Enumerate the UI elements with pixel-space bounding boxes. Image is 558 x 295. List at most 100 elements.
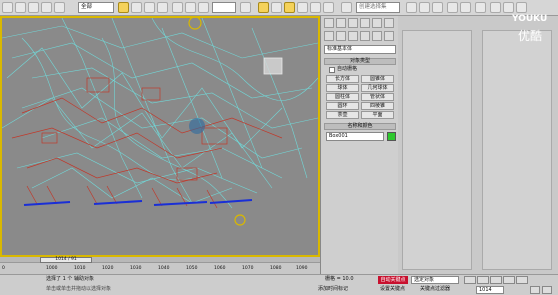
tick-label: 0 bbox=[2, 266, 5, 271]
key-filter-select[interactable]: 选定对象 bbox=[411, 276, 459, 284]
tick-label: 1070 bbox=[242, 266, 254, 271]
autogrid-checkbox[interactable] bbox=[329, 67, 335, 73]
render-production-icon[interactable] bbox=[516, 2, 527, 13]
key-filters-button[interactable]: 关键点过滤器 bbox=[420, 286, 450, 293]
go-to-start-icon[interactable] bbox=[464, 276, 476, 284]
torus-button[interactable]: 圆环 bbox=[326, 102, 359, 110]
selection-status: 选择了 1 个 辅助对象 bbox=[46, 276, 94, 282]
pyramid-button[interactable]: 四棱锥 bbox=[361, 102, 394, 110]
tick-label: 1010 bbox=[74, 266, 86, 271]
cone-button[interactable]: 圆锥体 bbox=[361, 75, 394, 83]
tick-label: 1050 bbox=[186, 266, 198, 271]
tick-label: 1060 bbox=[214, 266, 226, 271]
perspective-viewport[interactable] bbox=[0, 16, 320, 257]
rendered-frame-window-icon[interactable] bbox=[503, 2, 514, 13]
bind-space-warp-icon[interactable] bbox=[54, 2, 65, 13]
next-frame-icon[interactable] bbox=[503, 276, 515, 284]
main-toolbar: 全部 创建选择集 bbox=[0, 0, 558, 16]
selection-gizmo bbox=[189, 118, 205, 134]
select-object-icon[interactable] bbox=[118, 2, 129, 13]
tick-label: 1030 bbox=[130, 266, 142, 271]
rollout-object-type[interactable]: 对象类型 bbox=[324, 58, 396, 65]
zoom-icon[interactable] bbox=[530, 286, 540, 294]
setkey-button[interactable]: 设置关键点 bbox=[380, 286, 405, 293]
plane-button[interactable]: 平面 bbox=[361, 111, 394, 119]
prev-frame-icon[interactable] bbox=[477, 276, 489, 284]
pan-icon[interactable] bbox=[542, 286, 552, 294]
rectangle-selection-icon[interactable] bbox=[144, 2, 155, 13]
utilities-tab-icon[interactable] bbox=[384, 18, 394, 28]
systems-icon[interactable] bbox=[384, 31, 394, 41]
window-crossing-icon[interactable] bbox=[157, 2, 168, 13]
object-category-select[interactable]: 标准基本体 bbox=[324, 45, 396, 54]
rollout-name-color[interactable]: 名称和颜色 bbox=[324, 123, 396, 130]
box-object bbox=[263, 57, 283, 75]
mirror-icon[interactable] bbox=[406, 2, 417, 13]
panel-area bbox=[482, 30, 552, 270]
select-by-name-icon[interactable] bbox=[131, 2, 142, 13]
named-selection-set-input[interactable]: 创建选择集 bbox=[356, 2, 400, 13]
box-button[interactable]: 长方体 bbox=[326, 75, 359, 83]
shapes-icon[interactable] bbox=[336, 31, 346, 41]
geosphere-button[interactable]: 几何球体 bbox=[361, 84, 394, 92]
undo-icon[interactable] bbox=[2, 2, 13, 13]
link-icon[interactable] bbox=[28, 2, 39, 13]
watermark-sub: 优酷 bbox=[518, 29, 543, 43]
material-editor-icon[interactable] bbox=[475, 2, 486, 13]
lights-icon[interactable] bbox=[348, 31, 358, 41]
display-tab-icon[interactable] bbox=[372, 18, 382, 28]
tick-label: 1020 bbox=[102, 266, 114, 271]
motion-tab-icon[interactable] bbox=[360, 18, 370, 28]
snaps-toggle-icon[interactable] bbox=[284, 2, 295, 13]
modify-tab-icon[interactable] bbox=[336, 18, 346, 28]
spinner-snap-icon[interactable] bbox=[323, 2, 334, 13]
selection-filter-select[interactable]: 全部 bbox=[78, 2, 114, 13]
angle-snap-icon[interactable] bbox=[297, 2, 308, 13]
right-panel-area bbox=[398, 16, 558, 274]
go-to-end-icon[interactable] bbox=[516, 276, 528, 284]
rotate-icon[interactable] bbox=[185, 2, 196, 13]
hierarchy-tab-icon[interactable] bbox=[348, 18, 358, 28]
move-icon[interactable] bbox=[172, 2, 183, 13]
percent-snap-icon[interactable] bbox=[310, 2, 321, 13]
play-icon[interactable] bbox=[490, 276, 502, 284]
layer-manager-icon[interactable] bbox=[432, 2, 443, 13]
scale-icon[interactable] bbox=[198, 2, 209, 13]
reference-coordinate-select[interactable] bbox=[212, 2, 236, 13]
command-panel: 标准基本体 对象类型 自动栅格 长方体 圆锥体 球体 几何球体 圆柱体 管状体 … bbox=[320, 16, 398, 274]
unlink-icon[interactable] bbox=[41, 2, 52, 13]
curve-editor-icon[interactable] bbox=[447, 2, 458, 13]
status-bar: 选择了 1 个 辅助对象 单击或单击并拖动以选择对象 栅格 = 10.0 添加时… bbox=[0, 274, 558, 295]
align-icon[interactable] bbox=[419, 2, 430, 13]
track-bar[interactable]: 0 1000 1010 1020 1030 1040 1050 1060 107… bbox=[0, 263, 320, 274]
add-time-tag[interactable]: 添加时间标记 bbox=[318, 286, 348, 293]
watermark-logo: YOUKU bbox=[512, 14, 548, 24]
edit-named-selection-icon[interactable] bbox=[341, 2, 352, 13]
keyboard-shortcut-icon[interactable] bbox=[271, 2, 282, 13]
timeline: 1014 / 91 0 1000 1010 1020 1030 1040 105… bbox=[0, 257, 320, 274]
wireframe-scene bbox=[2, 18, 318, 255]
render-setup-icon[interactable] bbox=[490, 2, 501, 13]
redo-icon[interactable] bbox=[15, 2, 26, 13]
panel-area bbox=[402, 30, 472, 270]
autogrid-label: 自动栅格 bbox=[337, 66, 358, 72]
teapot-button[interactable]: 茶壶 bbox=[326, 111, 359, 119]
select-manipulate-icon[interactable] bbox=[258, 2, 269, 13]
cameras-icon[interactable] bbox=[360, 31, 370, 41]
color-swatch[interactable] bbox=[387, 132, 396, 141]
prompt-line: 单击或单击并拖动以选择对象 bbox=[46, 286, 112, 292]
geometry-icon[interactable] bbox=[324, 31, 334, 41]
current-frame-field[interactable]: 1014 bbox=[476, 286, 504, 294]
pivot-center-icon[interactable] bbox=[240, 2, 251, 13]
grid-size-label: 栅格 = 10.0 bbox=[325, 276, 354, 282]
cylinder-button[interactable]: 圆柱体 bbox=[326, 93, 359, 101]
sphere-button[interactable]: 球体 bbox=[326, 84, 359, 92]
tube-button[interactable]: 管状体 bbox=[361, 93, 394, 101]
autokey-button[interactable]: 自动关键点 bbox=[378, 276, 408, 284]
schematic-view-icon[interactable] bbox=[460, 2, 471, 13]
helpers-icon[interactable] bbox=[372, 31, 382, 41]
object-name-input[interactable]: Box001 bbox=[326, 132, 384, 141]
tick-label: 1040 bbox=[158, 266, 170, 271]
create-tab-icon[interactable] bbox=[324, 18, 334, 28]
tick-label: 1000 bbox=[46, 266, 58, 271]
